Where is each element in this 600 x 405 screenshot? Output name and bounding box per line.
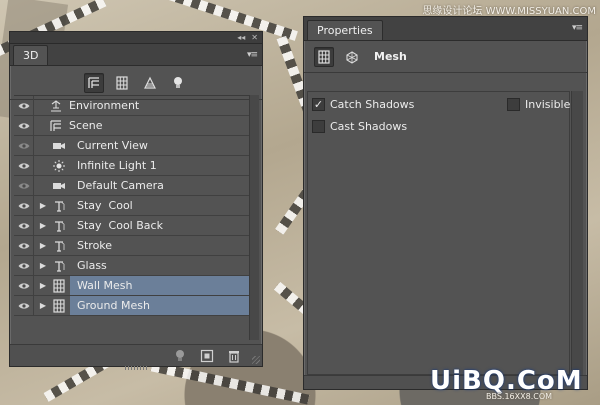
- coordinates-tab-button[interactable]: [342, 47, 362, 67]
- layer-label: Stay Cool Back: [77, 219, 163, 232]
- panel-3d-topbar: ◂◂ ✕: [10, 32, 262, 44]
- materials-filter-button[interactable]: [140, 73, 160, 93]
- 3d-text-icon: [49, 216, 69, 236]
- panel-menu-icon[interactable]: ▾≡: [572, 23, 583, 33]
- visibility-eye-icon[interactable]: [14, 215, 34, 236]
- visibility-eye-icon[interactable]: [14, 95, 34, 116]
- layer-row[interactable]: Default Camera: [14, 175, 250, 196]
- properties-header: Mesh: [304, 41, 587, 73]
- layer-label: Infinite Light 1: [77, 159, 157, 172]
- properties-body: ✓ Catch Shadows Invisible Cast Shadows: [307, 91, 570, 375]
- invisible-checkbox[interactable]: [507, 98, 520, 111]
- layer-row[interactable]: ▶ Ground Mesh: [14, 295, 250, 316]
- coordinates-tab-icon: [346, 50, 358, 64]
- mesh-icon: [49, 276, 69, 296]
- layer-label: Environment: [69, 99, 140, 112]
- render-icon[interactable]: [200, 349, 214, 363]
- 3d-text-icon: [49, 236, 69, 256]
- visibility-eye-icon[interactable]: [14, 255, 34, 276]
- mesh-tab-icon: [318, 49, 330, 64]
- panel-3d-tabs: 3D ▾≡: [10, 44, 262, 66]
- panel-drag-handle[interactable]: [125, 366, 149, 370]
- light-icon: [49, 156, 69, 176]
- visibility-eye-icon[interactable]: [14, 115, 34, 136]
- panel-3d-footer: [10, 344, 262, 366]
- expand-triangle-icon[interactable]: ▶: [37, 241, 49, 250]
- properties-scrollbar[interactable]: [571, 91, 583, 375]
- layer-row[interactable]: ▶ Stay Cool: [14, 195, 250, 216]
- layer-row[interactable]: Current View: [14, 135, 250, 156]
- 3d-text-icon: [49, 256, 69, 276]
- visibility-eye-icon[interactable]: [14, 135, 34, 156]
- layer-label: Current View: [77, 139, 148, 152]
- visibility-eye-icon[interactable]: [14, 235, 34, 256]
- visibility-eye-icon[interactable]: [14, 175, 34, 196]
- materials-filter-icon: [144, 76, 156, 89]
- mesh-icon: [49, 296, 69, 316]
- expand-triangle-icon[interactable]: ▶: [37, 261, 49, 270]
- layer-row[interactable]: Infinite Light 1: [14, 155, 250, 176]
- close-panel-icon[interactable]: ✕: [251, 33, 258, 42]
- lights-filter-button[interactable]: [168, 73, 188, 93]
- panel-menu-icon[interactable]: ▾≡: [247, 50, 258, 60]
- catch-shadows-checkbox[interactable]: ✓: [312, 98, 325, 111]
- resize-grip[interactable]: [252, 356, 260, 364]
- layer-row[interactable]: Scene: [14, 115, 250, 136]
- expand-triangle-icon[interactable]: ▶: [37, 301, 49, 310]
- layer-row[interactable]: ▶ Wall Mesh: [14, 275, 250, 296]
- expand-triangle-icon[interactable]: ▶: [37, 281, 49, 290]
- 3d-text-icon: [49, 196, 69, 216]
- properties-title: Mesh: [374, 50, 407, 63]
- scene-filter-button[interactable]: [84, 72, 104, 93]
- canvas-stripe: [150, 361, 310, 405]
- scene-icon: [46, 116, 66, 136]
- camera-icon: [49, 136, 69, 156]
- layer-label: Wall Mesh: [77, 279, 133, 292]
- invisible-label: Invisible: [525, 98, 571, 111]
- panel-3d: ◂◂ ✕ 3D ▾≡ Environment Scene Current Vie…: [9, 31, 263, 370]
- trash-icon[interactable]: [228, 349, 240, 363]
- layer-label: Glass: [77, 259, 107, 272]
- visibility-eye-icon[interactable]: [14, 275, 34, 296]
- lights-filter-icon: [174, 76, 182, 88]
- layer-row[interactable]: ▶ Glass: [14, 255, 250, 276]
- catch-shadows-label: Catch Shadows: [330, 98, 415, 111]
- layer-label: Scene: [69, 119, 103, 132]
- camera-icon: [49, 176, 69, 196]
- collapse-panel-icon[interactable]: ◂◂: [237, 33, 245, 42]
- scene-filter-icon: [88, 76, 99, 88]
- panel-properties-tabs: Properties ▾≡: [304, 17, 587, 41]
- tab-properties[interactable]: Properties: [307, 20, 383, 40]
- tab-3d[interactable]: 3D: [13, 45, 49, 65]
- layer-label: Default Camera: [77, 179, 164, 192]
- layer-label: Ground Mesh: [77, 299, 150, 312]
- invisible-option[interactable]: Invisible: [507, 98, 570, 111]
- watermark-top: 思缘设计论坛 WWW.MISSYUAN.COM: [422, 6, 596, 17]
- layer-list-scrollbar[interactable]: [249, 95, 259, 340]
- expand-triangle-icon[interactable]: ▶: [37, 201, 49, 210]
- cast-shadows-option[interactable]: Cast Shadows: [312, 120, 407, 133]
- layer-row[interactable]: Environment: [14, 95, 250, 116]
- layer-list: Environment Scene Current View Infinite Lig…: [14, 95, 250, 316]
- checkmark-icon: ✓: [313, 98, 324, 111]
- environment-icon: [46, 96, 66, 116]
- add-light-icon[interactable]: [174, 349, 186, 363]
- mesh-filter-button[interactable]: [112, 73, 132, 93]
- cast-shadows-label: Cast Shadows: [330, 120, 408, 133]
- layer-row[interactable]: ▶ Stroke: [14, 235, 250, 256]
- visibility-eye-icon[interactable]: [14, 155, 34, 176]
- mesh-tab-button[interactable]: [314, 46, 334, 67]
- visibility-eye-icon[interactable]: [14, 295, 34, 316]
- visibility-eye-icon[interactable]: [14, 195, 34, 216]
- layer-label: Stay Cool: [77, 199, 133, 212]
- layer-label: Stroke: [77, 239, 113, 252]
- mesh-filter-icon: [116, 75, 128, 90]
- catch-shadows-option[interactable]: ✓ Catch Shadows: [312, 98, 414, 111]
- watermark-bottom: BBS.16XX8.COM: [486, 392, 553, 401]
- layer-row[interactable]: ▶ Stay Cool Back: [14, 215, 250, 236]
- panel-properties: Properties ▾≡ Mesh ✓ Catch Shadows Invis…: [303, 16, 588, 390]
- cast-shadows-checkbox[interactable]: [312, 120, 325, 133]
- expand-triangle-icon[interactable]: ▶: [37, 221, 49, 230]
